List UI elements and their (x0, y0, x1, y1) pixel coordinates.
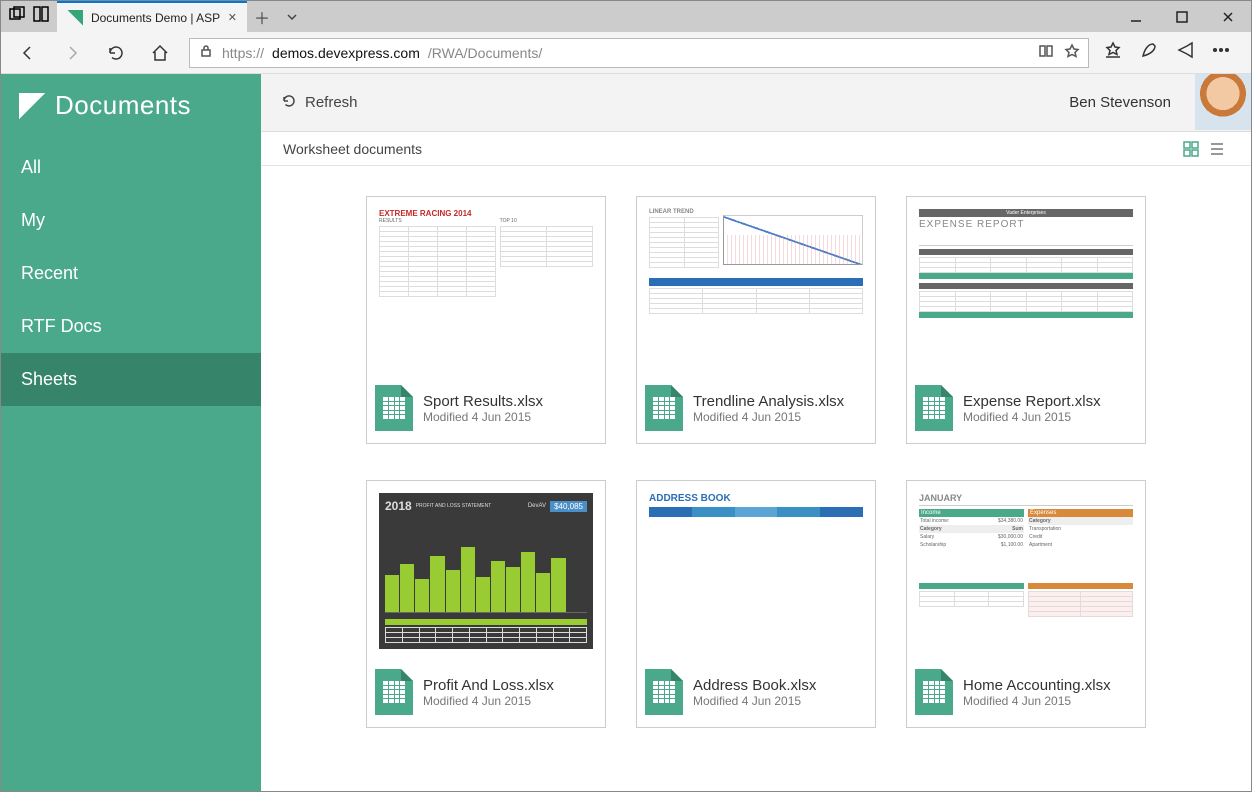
document-thumbnail: 2018 PROFIT AND LOSS STATEMENT DevAV $40… (367, 481, 605, 661)
document-card[interactable]: ADDRESS BOOK Address Book.xlsx Modified … (636, 480, 876, 728)
forward-button[interactable] (57, 38, 87, 68)
document-modified: Modified 4 Jun 2015 (423, 410, 543, 424)
lock-icon (198, 43, 214, 62)
back-button[interactable] (13, 38, 43, 68)
tabs-menu-icon[interactable] (277, 1, 307, 32)
notes-icon[interactable] (1139, 40, 1159, 65)
document-modified: Modified 4 Jun 2015 (963, 410, 1101, 424)
brand[interactable]: Documents (1, 74, 261, 141)
document-thumbnail: LINEAR TREND (637, 197, 875, 377)
document-card[interactable]: EXTREME RACING 2014 RESULTS TOP 10 Sport… (366, 196, 606, 444)
avatar[interactable] (1195, 74, 1251, 130)
sidebar-item-recent[interactable]: Recent (1, 247, 261, 300)
brand-text: Documents (55, 90, 191, 121)
more-icon[interactable] (1211, 40, 1231, 65)
grid-view-button[interactable] (1179, 137, 1203, 161)
url-path: /RWA/Documents/ (428, 45, 542, 61)
sidebar: Documents All My Recent RTF Docs Sheets (1, 74, 261, 791)
document-card[interactable]: 2018 PROFIT AND LOSS STATEMENT DevAV $40… (366, 480, 606, 728)
document-name: Home Accounting.xlsx (963, 677, 1111, 694)
browser-tab[interactable]: Documents Demo | ASP ✕ (57, 1, 247, 32)
document-grid: EXTREME RACING 2014 RESULTS TOP 10 Sport… (301, 196, 1211, 728)
spreadsheet-icon (915, 669, 953, 715)
spreadsheet-icon (375, 385, 413, 431)
browser-navbar: https:// demos.devexpress.com/RWA/Documen… (1, 32, 1251, 74)
minimize-button[interactable] (1113, 1, 1159, 32)
close-button[interactable] (1205, 1, 1251, 32)
reload-button[interactable] (101, 38, 131, 68)
window-group-icon[interactable] (9, 6, 25, 27)
document-name: Sport Results.xlsx (423, 393, 543, 410)
window-swap-icon[interactable] (33, 6, 49, 27)
thumb-title: EXTREME RACING 2014 (379, 209, 593, 218)
sidebar-item-all[interactable]: All (1, 141, 261, 194)
document-name: Expense Report.xlsx (963, 393, 1101, 410)
page-title: Worksheet documents (283, 141, 422, 157)
refresh-label: Refresh (305, 94, 358, 111)
refresh-icon (281, 93, 297, 113)
document-name: Address Book.xlsx (693, 677, 816, 694)
url-host: demos.devexpress.com (272, 45, 420, 61)
document-card[interactable]: JANUARY Income Total income:$34,380.00 C… (906, 480, 1146, 728)
document-name: Trendline Analysis.xlsx (693, 393, 844, 410)
share-icon[interactable] (1175, 40, 1195, 65)
list-view-button[interactable] (1205, 137, 1229, 161)
brand-icon (19, 93, 45, 119)
view-toggle (1179, 137, 1229, 161)
document-modified: Modified 4 Jun 2015 (963, 694, 1111, 708)
favorites-list-icon[interactable] (1103, 40, 1123, 65)
tab-close-icon[interactable]: ✕ (228, 11, 237, 24)
home-button[interactable] (145, 38, 175, 68)
document-grid-area: EXTREME RACING 2014 RESULTS TOP 10 Sport… (261, 166, 1251, 791)
document-thumbnail: Vader Enterprises EXPENSE REPORT (907, 197, 1145, 377)
sidebar-item-rtf[interactable]: RTF Docs (1, 300, 261, 353)
app-root: Documents All My Recent RTF Docs Sheets … (1, 74, 1251, 791)
sidebar-item-my[interactable]: My (1, 194, 261, 247)
refresh-button[interactable]: Refresh (281, 93, 358, 113)
document-name: Profit And Loss.xlsx (423, 677, 554, 694)
spreadsheet-icon (375, 669, 413, 715)
url-scheme: https:// (222, 45, 264, 61)
main-panel: Refresh Ben Stevenson Worksheet document… (261, 74, 1251, 791)
document-thumbnail: JANUARY Income Total income:$34,380.00 C… (907, 481, 1145, 661)
reading-view-icon[interactable] (1038, 43, 1054, 62)
subheader: Worksheet documents (261, 132, 1251, 166)
document-modified: Modified 4 Jun 2015 (693, 410, 844, 424)
browser-titlebar: Documents Demo | ASP ✕ ＋ (1, 1, 1251, 32)
user-name[interactable]: Ben Stevenson (1069, 94, 1171, 111)
maximize-button[interactable] (1159, 1, 1205, 32)
document-thumbnail: EXTREME RACING 2014 RESULTS TOP 10 (367, 197, 605, 377)
document-card[interactable]: Vader Enterprises EXPENSE REPORT (906, 196, 1146, 444)
address-bar[interactable]: https:// demos.devexpress.com/RWA/Documen… (189, 38, 1089, 68)
new-tab-button[interactable]: ＋ (247, 1, 277, 32)
document-modified: Modified 4 Jun 2015 (423, 694, 554, 708)
spreadsheet-icon (915, 385, 953, 431)
document-card[interactable]: LINEAR TREND Trendline Analysis (636, 196, 876, 444)
sidebar-item-sheets[interactable]: Sheets (1, 353, 261, 406)
document-thumbnail: ADDRESS BOOK (637, 481, 875, 661)
document-modified: Modified 4 Jun 2015 (693, 694, 816, 708)
spreadsheet-icon (645, 385, 683, 431)
spreadsheet-icon (645, 669, 683, 715)
favicon-icon (67, 10, 83, 26)
tab-title: Documents Demo | ASP (91, 11, 220, 25)
favorite-icon[interactable] (1064, 43, 1080, 62)
topbar: Refresh Ben Stevenson (261, 74, 1251, 132)
